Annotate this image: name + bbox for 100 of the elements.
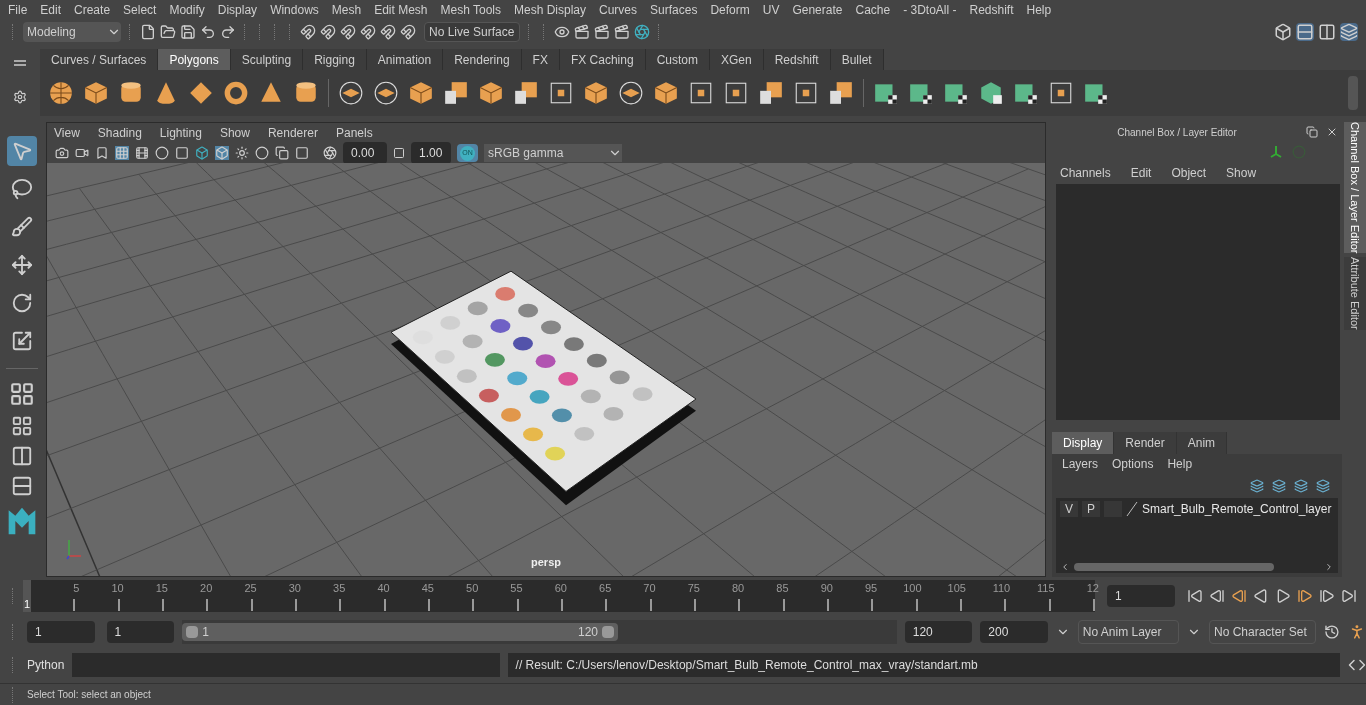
select-tool-icon[interactable] <box>7 136 37 166</box>
menu-item[interactable]: Mesh Display <box>514 1 587 19</box>
shelf-tab[interactable]: FX Caching <box>559 49 646 70</box>
menu-item[interactable]: Cache <box>855 1 891 19</box>
square-icon[interactable] <box>175 146 189 160</box>
video-camera-icon[interactable] <box>75 146 89 160</box>
layer-menu-item[interactable]: Layers <box>1062 455 1099 473</box>
panel-menu-item[interactable]: Show <box>219 124 250 142</box>
panel-menu-item[interactable]: Renderer <box>267 124 318 142</box>
previous-key-icon[interactable] <box>1231 588 1247 604</box>
command-language-label[interactable]: Python <box>27 656 65 674</box>
redo-icon[interactable] <box>220 24 236 40</box>
square-icon[interactable] <box>295 146 309 160</box>
command-input[interactable] <box>72 653 500 677</box>
toolbar-grip[interactable] <box>274 24 277 40</box>
columns-icon[interactable] <box>1318 23 1336 41</box>
settings-icon[interactable] <box>13 90 27 104</box>
copy-icon[interactable] <box>275 146 289 160</box>
scroll-left-icon[interactable] <box>1060 562 1070 572</box>
aperture-icon[interactable] <box>634 24 650 40</box>
magnet-icon[interactable] <box>400 24 416 40</box>
film-icon[interactable] <box>135 146 149 160</box>
toolbar-grip[interactable] <box>12 624 15 640</box>
save-icon[interactable] <box>180 24 196 40</box>
channel-box-menu-item[interactable]: Show <box>1226 164 1257 182</box>
torus-icon[interactable] <box>223 80 249 106</box>
menu-item[interactable]: UV <box>762 1 780 19</box>
channel-box-menu-item[interactable]: Channels <box>1060 164 1111 182</box>
go-to-start-icon[interactable] <box>1187 588 1203 604</box>
menu-item[interactable]: - 3DtoAll - <box>903 1 957 19</box>
toolbar-grip[interactable] <box>12 657 15 673</box>
range-slider[interactable] <box>182 623 619 641</box>
menu-item[interactable]: Generate <box>792 1 843 19</box>
gamma-icon[interactable] <box>393 147 405 159</box>
frame-icon[interactable] <box>793 80 819 106</box>
plane-icon[interactable] <box>373 80 399 106</box>
shelf-tab[interactable]: Custom <box>645 49 710 70</box>
shelf-tab[interactable]: Rigging <box>303 49 367 70</box>
start-frame-field[interactable]: 1 <box>27 621 95 643</box>
layout-icon[interactable] <box>11 415 33 437</box>
camera-icon[interactable] <box>55 146 69 160</box>
plane-icon[interactable] <box>338 80 364 106</box>
plane-icon[interactable] <box>618 80 644 106</box>
magnet-icon[interactable] <box>340 24 356 40</box>
layout-icon[interactable] <box>11 475 33 497</box>
toolbar-grip[interactable] <box>12 686 15 703</box>
layer-menu-item[interactable]: Help <box>1167 455 1193 473</box>
slider-handle[interactable] <box>602 626 615 638</box>
panel-menu-item[interactable]: Panels <box>335 124 373 142</box>
shelf-tab[interactable]: XGen <box>709 49 764 70</box>
frame-icon[interactable] <box>688 80 714 106</box>
layer-icon[interactable] <box>1250 479 1264 493</box>
menu-item[interactable]: Edit <box>40 1 62 19</box>
cube-icon[interactable] <box>408 80 434 106</box>
menu-item[interactable]: File <box>8 1 28 19</box>
menu-item[interactable]: Surfaces <box>650 1 698 19</box>
toolbar-grip[interactable] <box>543 24 546 40</box>
layer-editor-tab[interactable]: Anim <box>1176 432 1228 454</box>
play-backwards-icon[interactable] <box>1253 588 1269 604</box>
toolbar-grip[interactable] <box>12 588 15 604</box>
range-track[interactable]: 1 120 <box>182 620 897 644</box>
layout-icon[interactable] <box>11 445 33 467</box>
toolbar-grip[interactable] <box>12 24 15 40</box>
history-icon[interactable] <box>1324 624 1341 640</box>
light-icon[interactable] <box>235 146 249 160</box>
cube-icon[interactable] <box>1274 23 1292 41</box>
toolbar-grip[interactable] <box>528 24 531 40</box>
magnet-icon[interactable] <box>360 24 376 40</box>
live-surface-field[interactable]: No Live Surface <box>424 22 520 42</box>
layer-menu-item[interactable]: Options <box>1112 455 1154 473</box>
toolbar-grip[interactable] <box>289 24 292 40</box>
layer-name[interactable]: Smart_Bulb_Remote_Control_layer <box>1142 500 1332 518</box>
axis-icon[interactable] <box>1268 144 1284 160</box>
viewport[interactable]: persp <box>47 163 1045 576</box>
layout-icon[interactable] <box>9 381 35 407</box>
cube-icon[interactable] <box>195 146 209 160</box>
side-tab[interactable]: Attribute Editor <box>1344 257 1366 331</box>
toolbar-grip[interactable] <box>244 24 247 40</box>
shelf-tab[interactable]: Animation <box>366 49 444 70</box>
slider-handle[interactable] <box>186 626 199 638</box>
menu-item[interactable]: Select <box>123 1 157 19</box>
next-key-icon[interactable] <box>1297 588 1313 604</box>
toolbar-grip[interactable] <box>259 24 262 40</box>
panel-menu-item[interactable]: View <box>54 124 80 142</box>
clapperboard-icon[interactable] <box>614 24 630 40</box>
current-frame-marker[interactable]: 1 <box>23 580 31 612</box>
toolbar-grip[interactable] <box>129 24 132 40</box>
cube-icon[interactable] <box>653 80 679 106</box>
shelf-tab[interactable]: Rendering <box>443 49 522 70</box>
playback-end-field[interactable]: 120 <box>904 621 973 643</box>
channel-box-menu-item[interactable]: Edit <box>1130 164 1152 182</box>
bookmark-icon[interactable] <box>95 146 109 160</box>
cube-icon[interactable] <box>583 80 609 106</box>
exposure-field[interactable]: 0.00 <box>343 142 387 164</box>
magnet-icon[interactable] <box>320 24 336 40</box>
shelf-tab[interactable]: Curves / Surfaces <box>40 49 159 70</box>
menu-item[interactable]: Modify <box>169 1 205 19</box>
frame-icon[interactable] <box>548 80 574 106</box>
float-icon[interactable] <box>1306 126 1318 138</box>
color-space-dropdown[interactable]: sRGB gamma <box>484 144 622 162</box>
